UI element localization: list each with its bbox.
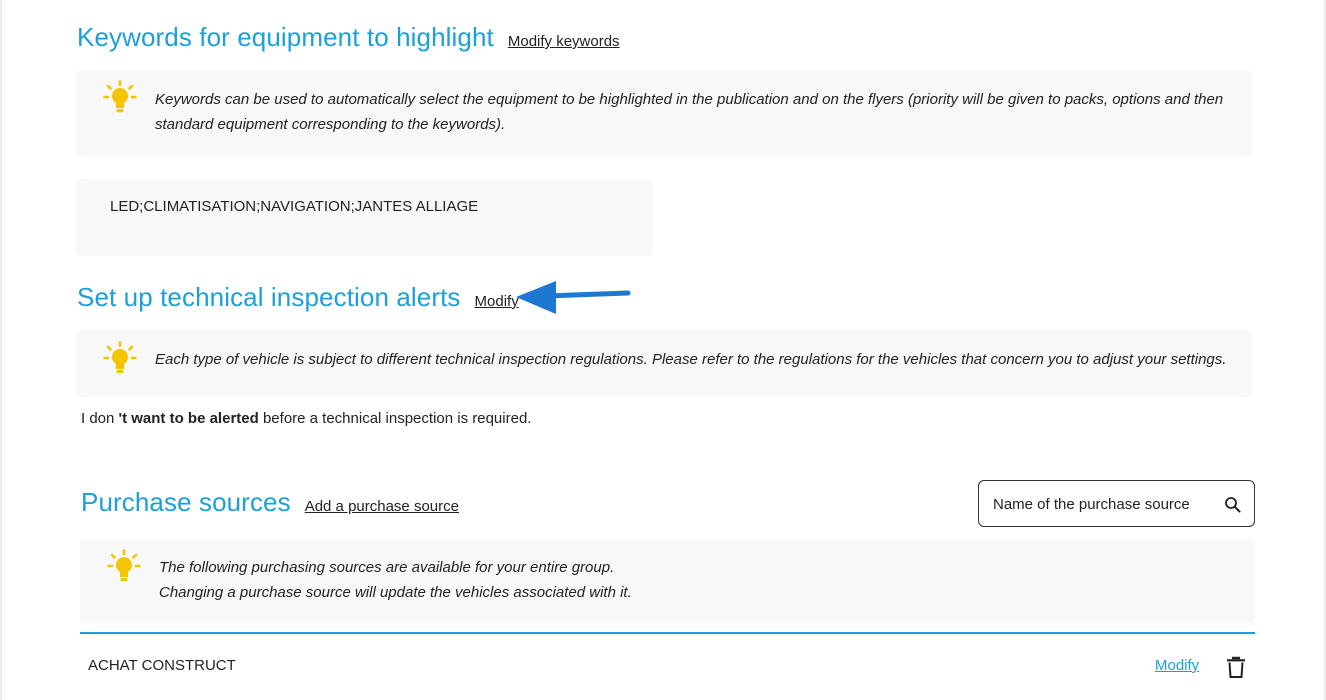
alert-suffix: before a technical inspection is require…: [258, 410, 532, 427]
keywords-title: Keywords for equipment to highlight: [77, 22, 494, 52]
search-icon[interactable]: [1224, 496, 1242, 514]
modify-keywords-link[interactable]: Modify keywords: [508, 33, 620, 50]
purchase-info-line2: Changing a purchase source will update t…: [159, 584, 632, 601]
purchase-source-search: [978, 480, 1255, 527]
alert-bold: 't want to be alerted: [118, 410, 259, 427]
alert-prefix: I don: [81, 410, 119, 427]
lightbulb-icon: [103, 341, 137, 374]
keywords-info-text: Keywords can be used to automatically se…: [155, 91, 1224, 133]
inspection-title: Set up technical inspection alerts: [77, 282, 461, 312]
keywords-value-box: LED;CLIMATISATION;NAVIGATION;JANTES ALLI…: [76, 179, 653, 256]
trash-icon[interactable]: [1226, 656, 1246, 678]
inspection-info-text: Each type of vehicle is subject to diffe…: [155, 351, 1227, 368]
table-divider: [80, 632, 1255, 634]
arrow-icon: [516, 281, 631, 314]
purchase-info-text: The following purchasing sources are ava…: [159, 555, 1239, 605]
keywords-value: LED;CLIMATISATION;NAVIGATION;JANTES ALLI…: [110, 198, 479, 215]
lightbulb-icon: [103, 80, 137, 113]
purchase-source-search-input[interactable]: [993, 493, 1213, 515]
page-left-border: [0, 0, 2, 700]
add-purchase-source-link[interactable]: Add a purchase source: [305, 498, 459, 515]
keywords-info-box: Keywords can be used to automatically se…: [76, 70, 1252, 156]
purchase-info-box: The following purchasing sources are ava…: [80, 539, 1255, 623]
lightbulb-icon: [107, 549, 141, 582]
inspection-info-box: Each type of vehicle is subject to diffe…: [76, 330, 1252, 397]
inspection-alert-setting: I don 't want to be alerted before a tec…: [81, 410, 531, 427]
purchase-title: Purchase sources: [81, 487, 291, 517]
inspection-header: Set up technical inspection alerts Modif…: [77, 282, 519, 313]
keywords-header: Keywords for equipment to highlight Modi…: [77, 22, 620, 53]
purchase-header: Purchase sources Add a purchase source: [81, 487, 459, 518]
modify-purchase-source-link[interactable]: Modify: [1155, 657, 1199, 674]
purchase-info-line1: The following purchasing sources are ava…: [159, 559, 615, 576]
modify-inspection-link[interactable]: Modify: [475, 293, 519, 310]
purchase-source-name: ACHAT CONSTRUCT: [88, 657, 236, 674]
